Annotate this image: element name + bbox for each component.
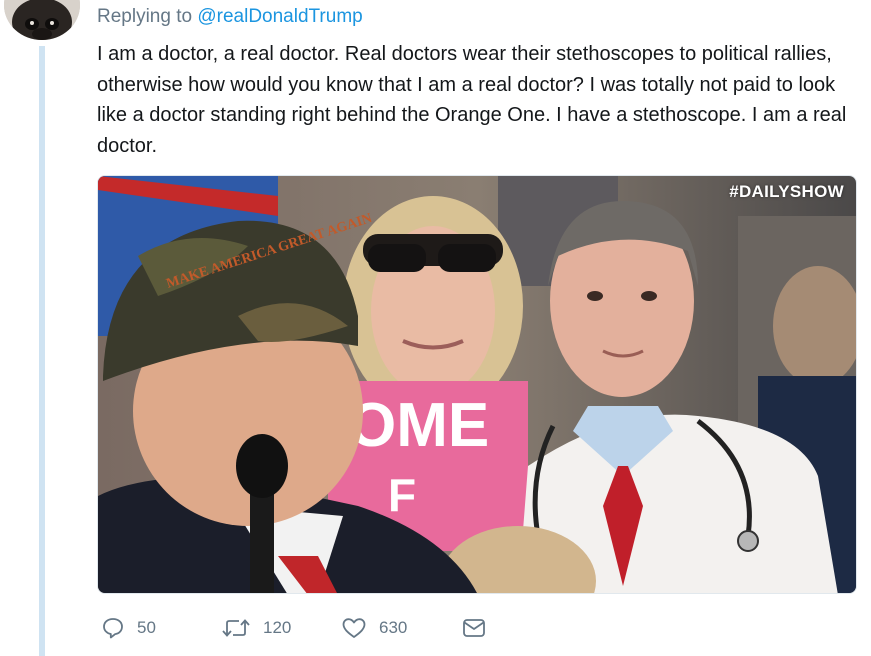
reply-button[interactable]: 50: [101, 612, 156, 644]
sign-text-main: OME: [348, 391, 489, 460]
reply-icon: [101, 616, 125, 640]
message-button[interactable]: [461, 612, 487, 644]
tweet-actions: 50 120 630: [97, 612, 597, 644]
watermark: #DAILYSHOW: [729, 182, 844, 201]
envelope-icon: [461, 616, 487, 640]
replying-prefix: Replying to: [97, 6, 198, 27]
retweet-count: 120: [263, 618, 292, 637]
avatar[interactable]: [4, 0, 80, 40]
retweet-button[interactable]: 120: [221, 612, 291, 644]
reply-count: 50: [137, 618, 156, 637]
like-count: 630: [379, 618, 408, 637]
tweet: Replying to @realDonaldTrump I am a doct…: [0, 0, 871, 656]
sign-text-sub: F: [388, 469, 416, 521]
tweet-media[interactable]: OME F MAKE AMERICA GREAT AGAIN #DAILYSHO…: [97, 175, 857, 594]
heart-icon: [341, 616, 367, 640]
mention-link[interactable]: @realDonaldTrump: [197, 6, 362, 27]
retweet-icon: [221, 616, 251, 640]
like-button[interactable]: 630: [341, 612, 407, 644]
rally-photo: OME F MAKE AMERICA GREAT AGAIN: [98, 176, 856, 593]
pug-avatar-image: [4, 0, 80, 40]
sunglasses: [368, 244, 426, 272]
thread-line: [39, 46, 45, 656]
tweet-text: I am a doctor, a real doctor. Real docto…: [97, 43, 847, 157]
replying-to: Replying to @realDonaldTrump: [97, 6, 363, 28]
